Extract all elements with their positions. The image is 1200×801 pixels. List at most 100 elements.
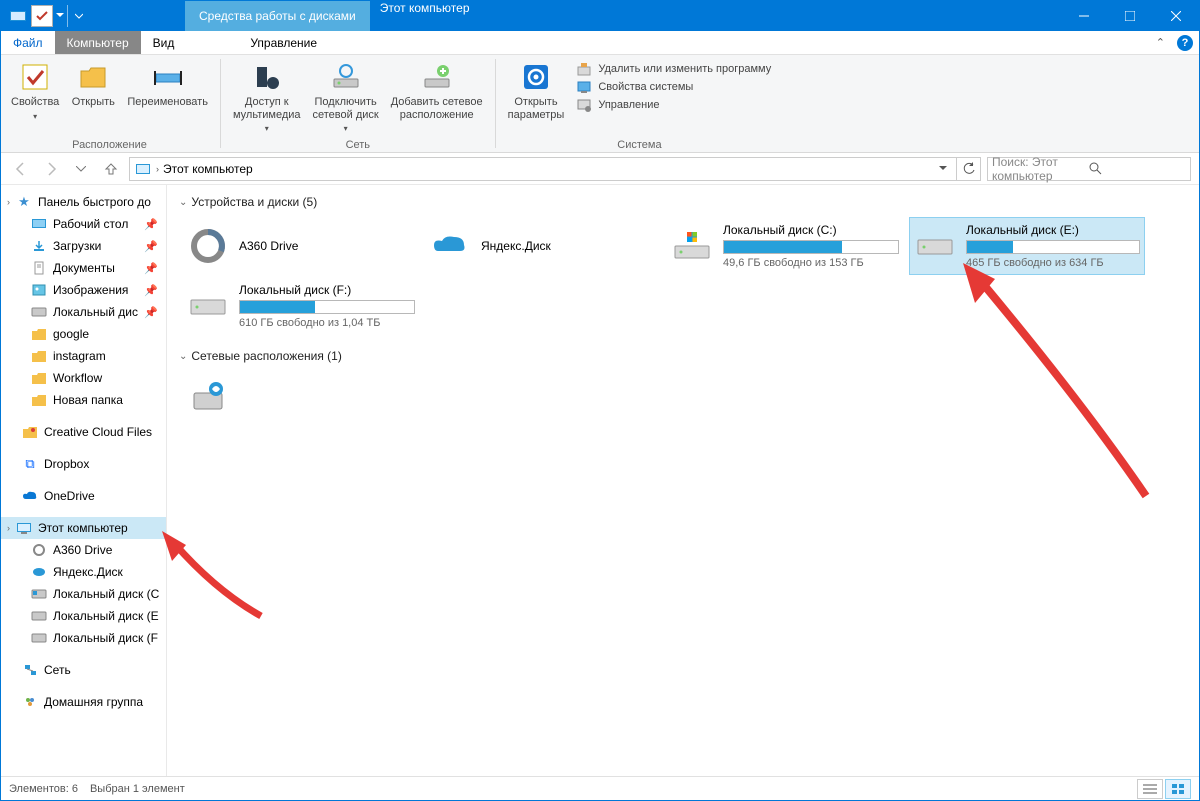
nav-creative-cloud[interactable]: Creative Cloud Files [1, 421, 166, 443]
item-a360-drive[interactable]: A360 Drive [183, 217, 419, 275]
nav-disk-c[interactable]: Локальный диск (C [1, 583, 166, 605]
item-count: Элементов: 6 [9, 783, 78, 795]
view-icons-button[interactable] [1165, 779, 1191, 799]
network-drive-icon [187, 376, 229, 418]
nav-history-dropdown[interactable] [69, 157, 93, 181]
rename-button[interactable]: Переименовать [121, 57, 214, 113]
hdd-icon [187, 285, 229, 327]
help-icon[interactable]: ? [1177, 35, 1193, 51]
nav-new-folder[interactable]: Новая папка [1, 389, 166, 411]
add-network-location-button[interactable]: Добавить сетевое расположение [385, 57, 489, 125]
tab-manage[interactable]: Управление [238, 31, 329, 54]
pin-icon: 📌 [144, 240, 162, 253]
nav-a360[interactable]: A360 Drive [1, 539, 166, 561]
view-details-button[interactable] [1137, 779, 1163, 799]
uninstall-programs-button[interactable]: Удалить или изменить программу [576, 61, 771, 77]
tab-computer[interactable]: Компьютер [55, 31, 141, 54]
item-disk-f[interactable]: Локальный диск (F:)610 ГБ свободно из 1,… [183, 277, 419, 335]
open-settings-button[interactable]: Открыть параметры [502, 57, 571, 125]
pin-icon: 📌 [144, 218, 162, 231]
pin-icon: 📌 [144, 306, 162, 319]
properties-button[interactable]: Свойства▾ [5, 57, 65, 125]
nav-up-button[interactable] [99, 157, 123, 181]
nav-network[interactable]: Сеть [1, 659, 166, 681]
system-properties-button[interactable]: Свойства системы [576, 79, 771, 95]
nav-google[interactable]: google [1, 323, 166, 345]
navigation-pane: ›★Панель быстрого до Рабочий стол📌 Загру… [1, 185, 167, 776]
nav-downloads[interactable]: Загрузки📌 [1, 235, 166, 257]
group-label-location: Расположение [5, 139, 214, 152]
ribbon: Свойства▾ Открыть Переименовать Располож… [1, 55, 1199, 153]
nav-forward-button[interactable] [39, 157, 63, 181]
nav-documents[interactable]: Документы📌 [1, 257, 166, 279]
nav-pictures[interactable]: Изображения📌 [1, 279, 166, 301]
nav-this-pc[interactable]: ›Этот компьютер [1, 517, 166, 539]
close-button[interactable] [1153, 1, 1199, 31]
minimize-button[interactable] [1061, 1, 1107, 31]
ribbon-group-network: Доступ к мультимедиа▾ Подключить сетевой… [223, 55, 493, 152]
refresh-button[interactable] [957, 157, 981, 181]
address-dropdown-icon[interactable] [934, 158, 952, 180]
group-devices-header[interactable]: ⌄Устройства и диски (5) [179, 195, 1187, 209]
a360-icon [187, 225, 229, 267]
nav-homegroup[interactable]: Домашняя группа [1, 691, 166, 713]
ribbon-group-location: Свойства▾ Открыть Переименовать Располож… [1, 55, 218, 152]
tab-file[interactable]: Файл [1, 31, 55, 54]
search-icon [1089, 162, 1186, 175]
nav-desktop[interactable]: Рабочий стол📌 [1, 213, 166, 235]
nav-dropbox[interactable]: ⧉Dropbox [1, 453, 166, 475]
address-bar: › Этот компьютер Поиск: Этот компьютер [1, 153, 1199, 185]
explorer-window: Средства работы с дисками Этот компьютер… [0, 0, 1200, 801]
nav-disk-e[interactable]: Локальный диск (E [1, 605, 166, 627]
maximize-button[interactable] [1107, 1, 1153, 31]
title-bar: Средства работы с дисками Этот компьютер [1, 1, 1199, 31]
disk-e-fill [967, 241, 1013, 253]
pin-icon: 📌 [144, 262, 162, 275]
pin-icon: 📌 [144, 284, 162, 297]
search-placeholder: Поиск: Этот компьютер [992, 155, 1089, 183]
qat-customize-icon[interactable] [67, 5, 89, 27]
item-yandex-disk[interactable]: Яндекс.Диск [425, 217, 661, 275]
item-disk-e[interactable]: Локальный диск (Е:)465 ГБ свободно из 63… [909, 217, 1145, 275]
status-bar: Элементов: 6 Выбран 1 элемент [1, 776, 1199, 800]
disk-c-fill [724, 241, 842, 253]
content-pane[interactable]: ⌄Устройства и диски (5) A360 Drive Яндек… [167, 185, 1199, 776]
tab-view[interactable]: Вид [141, 31, 187, 54]
nav-local-disk-qa[interactable]: Локальный дис📌 [1, 301, 166, 323]
media-access-button[interactable]: Доступ к мультимедиа▾ [227, 57, 307, 137]
selection-text: Выбран 1 элемент [90, 783, 185, 795]
qat-dropdown-icon[interactable] [55, 12, 65, 20]
yandex-icon [429, 225, 471, 267]
map-network-drive-button[interactable]: Подключить сетевой диск▾ [307, 57, 385, 137]
hdd-icon [914, 225, 956, 267]
nav-yandex-disk[interactable]: Яндекс.Диск [1, 561, 166, 583]
item-disk-c[interactable]: Локальный диск (С:)49,6 ГБ свободно из 1… [667, 217, 903, 275]
nav-back-button[interactable] [9, 157, 33, 181]
group-network-header[interactable]: ⌄Сетевые расположения (1) [179, 349, 1187, 363]
item-network-location[interactable] [183, 371, 419, 423]
nav-instagram[interactable]: instagram [1, 345, 166, 367]
manage-button[interactable]: Управление [576, 97, 771, 113]
ribbon-tab-strip: Файл Компьютер Вид Управление ⌃ ? [1, 31, 1199, 55]
nav-workflow[interactable]: Workflow [1, 367, 166, 389]
breadcrumb-root-icon [134, 160, 152, 178]
nav-quick-access[interactable]: ›★Панель быстрого до [1, 191, 166, 213]
disk-f-fill [240, 301, 315, 313]
window-title: Этот компьютер [370, 1, 480, 31]
nav-disk-f[interactable]: Локальный диск (F [1, 627, 166, 649]
breadcrumb-this-pc[interactable]: Этот компьютер [163, 162, 930, 176]
quick-access-toolbar [1, 5, 95, 27]
qat-properties-icon[interactable] [31, 5, 53, 27]
ribbon-group-system: Открыть параметры Удалить или изменить п… [498, 55, 782, 152]
group-label-system: Система [502, 139, 778, 152]
main-content-area: ›★Панель быстрого до Рабочий стол📌 Загру… [1, 185, 1199, 776]
ribbon-collapse-icon[interactable]: ⌃ [1156, 36, 1165, 49]
nav-onedrive[interactable]: OneDrive [1, 485, 166, 507]
contextual-tab-disk-tools[interactable]: Средства работы с дисками [185, 1, 370, 31]
address-field[interactable]: › Этот компьютер [129, 157, 957, 181]
open-button[interactable]: Открыть [65, 57, 121, 113]
group-label-network: Сеть [227, 139, 489, 152]
search-box[interactable]: Поиск: Этот компьютер [987, 157, 1191, 181]
hdd-icon [671, 225, 713, 267]
explorer-icon[interactable] [7, 5, 29, 27]
